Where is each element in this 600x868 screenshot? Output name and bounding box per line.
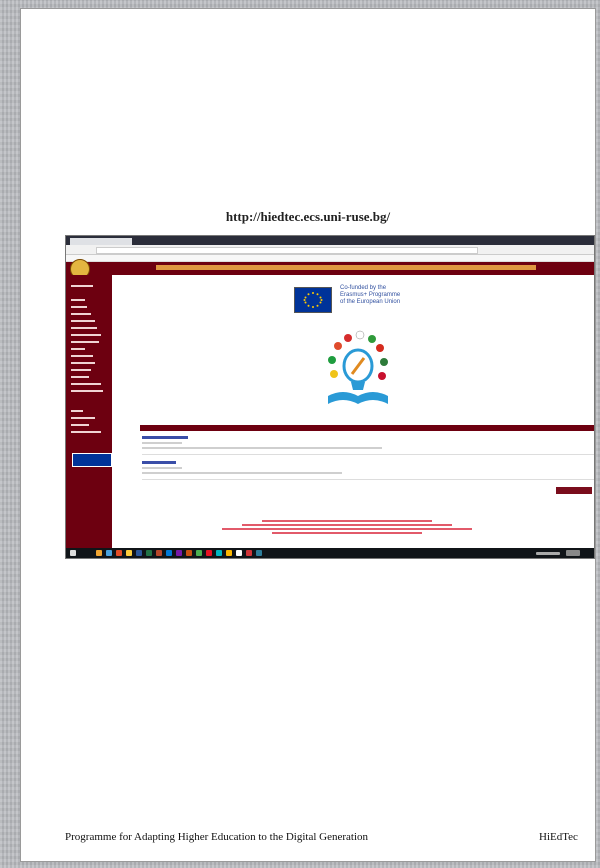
eu-text-line-3: of the European Union bbox=[340, 299, 401, 305]
taskbar-app-icon bbox=[146, 550, 152, 556]
site-title-banner bbox=[156, 265, 536, 270]
taskbar-app-icon bbox=[176, 550, 182, 556]
more-news-button bbox=[556, 487, 592, 494]
taskbar-app-icon bbox=[226, 550, 232, 556]
site-footer-text bbox=[242, 524, 452, 526]
start-icon bbox=[70, 550, 76, 556]
news-item-text bbox=[142, 472, 342, 474]
eu-flag-icon bbox=[294, 287, 332, 313]
sidebar-link bbox=[71, 313, 91, 315]
browser-tab-strip bbox=[66, 236, 594, 245]
taskbar-app-icon bbox=[156, 550, 162, 556]
taskbar-app-icon bbox=[116, 550, 122, 556]
sidebar-link bbox=[71, 383, 101, 385]
taskbar-app-icon bbox=[236, 550, 242, 556]
browser-url-field bbox=[96, 247, 478, 254]
taskbar-app-icon bbox=[106, 550, 112, 556]
sidebar-link bbox=[71, 390, 103, 392]
sidebar-link bbox=[71, 299, 85, 301]
sidebar-link bbox=[71, 327, 97, 329]
taskbar-app-icon bbox=[216, 550, 222, 556]
sidebar-link bbox=[71, 348, 85, 350]
taskbar-app-icon bbox=[96, 550, 102, 556]
news-divider bbox=[142, 479, 594, 480]
taskbar-app-icon bbox=[126, 550, 132, 556]
document-page: http://hiedtec.ecs.uni-ruse.bg/ Co-funde… bbox=[20, 8, 596, 862]
news-item-date bbox=[142, 442, 182, 444]
eu-text-line-2: Erasmus+ Programme bbox=[340, 292, 401, 298]
sidebar-link bbox=[71, 424, 89, 426]
sidebar-link bbox=[71, 376, 89, 378]
browser-bookmarks-bar bbox=[66, 255, 594, 262]
browser-tab bbox=[70, 238, 132, 245]
news-section-header bbox=[140, 425, 594, 431]
eu-flag-icon bbox=[72, 453, 112, 467]
site-footer-text bbox=[272, 532, 422, 534]
eu-text-line-1: Co-funded by the bbox=[340, 285, 387, 291]
clock-icon bbox=[566, 550, 580, 556]
system-tray bbox=[536, 552, 560, 555]
sidebar-link bbox=[71, 355, 93, 357]
sidebar-link bbox=[71, 417, 95, 419]
sidebar-link bbox=[71, 431, 101, 433]
eu-cofunding-text: Co-funded by the Erasmus+ Programme of t… bbox=[340, 285, 400, 306]
footer-programme-title: Programme for Adapting Higher Education … bbox=[65, 831, 369, 843]
website-url: http://hiedtec.ecs.uni-ruse.bg/ bbox=[225, 209, 391, 224]
taskbar-app-icon bbox=[246, 550, 252, 556]
site-sidebar bbox=[66, 275, 112, 551]
news-divider bbox=[142, 454, 594, 455]
news-item-date bbox=[142, 467, 182, 469]
windows-taskbar bbox=[66, 548, 594, 558]
eu-stars-icon bbox=[303, 292, 323, 308]
site-content: Co-funded by the Erasmus+ Programme of t… bbox=[112, 275, 594, 551]
website-screenshot: Co-funded by the Erasmus+ Programme of t… bbox=[65, 235, 595, 559]
sidebar-link bbox=[71, 306, 87, 308]
sidebar-link bbox=[71, 341, 99, 343]
news-item-title bbox=[142, 461, 176, 464]
taskbar-app-icon bbox=[136, 550, 142, 556]
taskbar-app-icon bbox=[206, 550, 212, 556]
taskbar-app-icon bbox=[166, 550, 172, 556]
taskbar-app-icon bbox=[196, 550, 202, 556]
sidebar-link bbox=[71, 285, 93, 287]
sidebar-link bbox=[71, 410, 83, 412]
news-item-title bbox=[142, 436, 188, 439]
sidebar-link bbox=[71, 320, 95, 322]
project-bulb-logo-icon bbox=[328, 330, 388, 404]
news-item-text bbox=[142, 447, 382, 449]
site-footer-text bbox=[222, 528, 472, 530]
taskbar-app-icon bbox=[186, 550, 192, 556]
site-footer-text bbox=[262, 520, 432, 522]
footer-project-name: HiEdTec bbox=[539, 831, 578, 843]
sidebar-link bbox=[71, 334, 101, 336]
browser-address-bar bbox=[66, 245, 594, 255]
sidebar-link bbox=[71, 362, 95, 364]
taskbar-app-icon bbox=[256, 550, 262, 556]
sidebar-link bbox=[71, 369, 91, 371]
